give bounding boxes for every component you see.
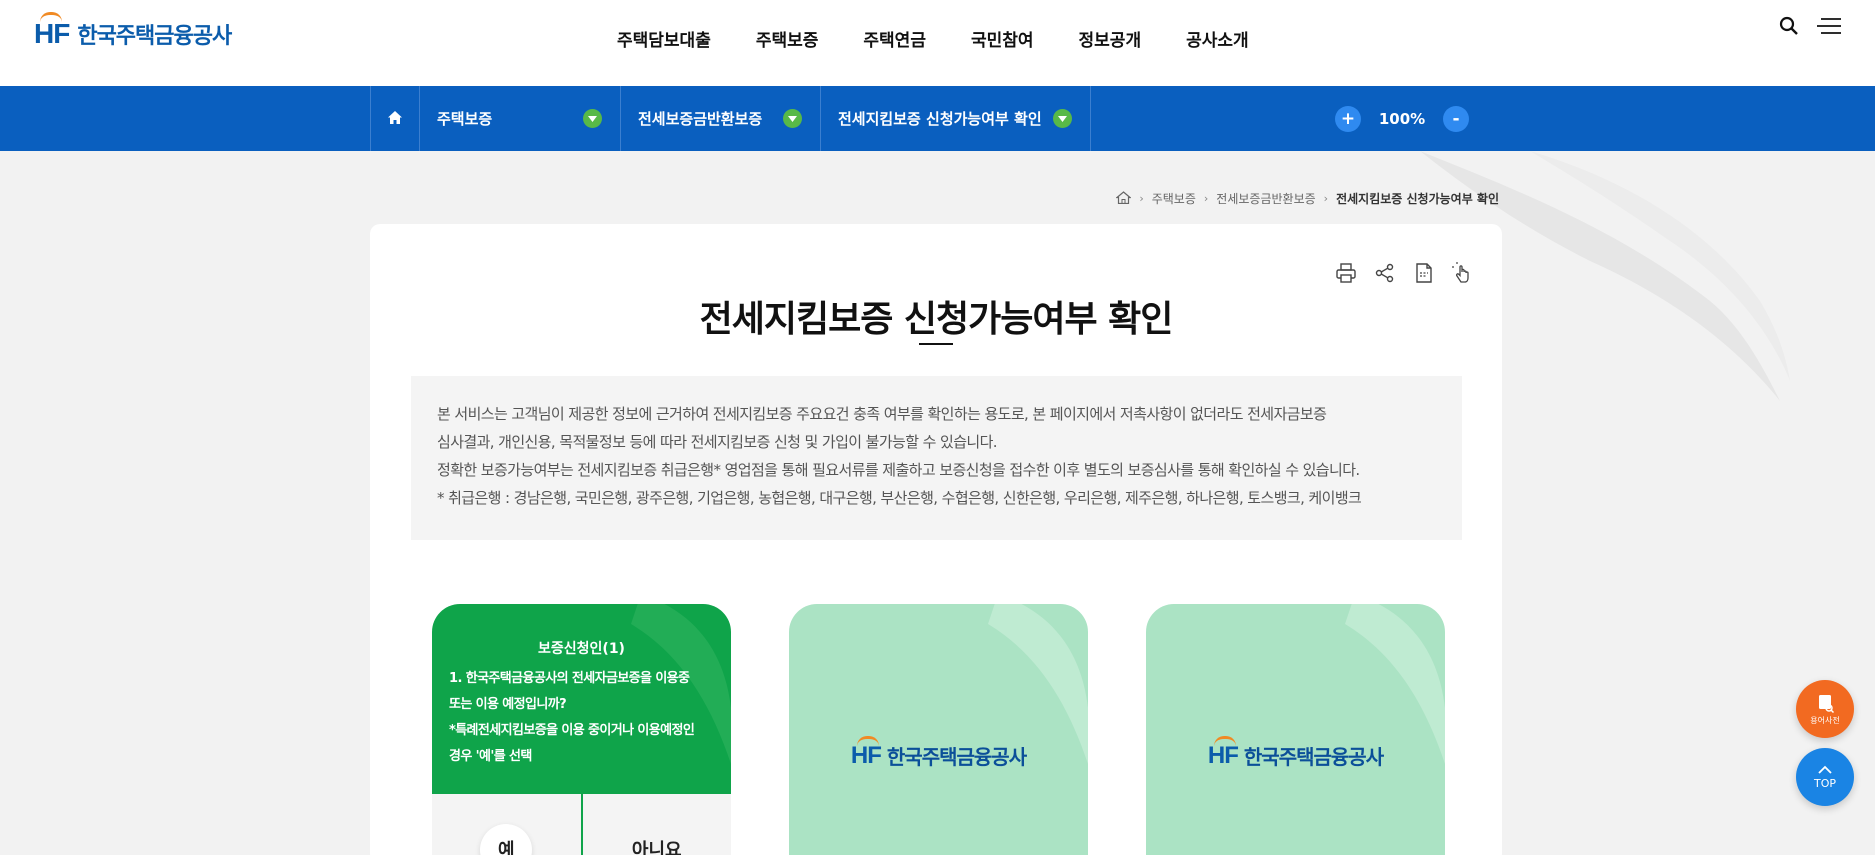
breadcrumb-separator: › [1203,192,1209,205]
notice-line: 심사결과, 개인신용, 목적물정보 등에 따라 전세지킴보증 신청 및 가입이 … [437,433,998,451]
step-question: 1. 한국주택금융공사의 전세자금보증을 이용중 또는 이용 예정입니까? *특… [449,666,719,770]
breadcrumb-item[interactable]: 전세보증금반환보증 [1216,190,1315,207]
page-tools [1335,262,1474,288]
location-depth2-label: 전세보증금반환보증 [638,110,763,128]
step-question-note: *특례전세지킴보증을 이용 중이거나 이용예정인 [449,723,695,738]
step-card-placeholder: HF 한국주택금융공사 [1146,604,1445,855]
breadcrumb-item[interactable]: 주택보증 [1152,190,1196,207]
print-icon[interactable] [1335,262,1357,288]
search-icon[interactable] [1779,16,1799,40]
touch-icon[interactable] [1452,262,1474,288]
dictionary-button[interactable]: 용어사전 [1796,680,1854,738]
logo-text: 한국주택금융공사 [77,24,232,49]
chevron-down-icon [1053,109,1072,128]
scroll-top-label: TOP [1813,777,1836,790]
site-header: HF 한국주택금융공사 주택담보대출 주택보증 주택연금 국민참여 정보공개 공… [0,0,1875,86]
breadcrumb: › 주택보증 › 전세보증금반환보증 › 전세지킴보증 신청가능여부 확인 [1115,190,1499,207]
page-title: 전세지킴보증 신청가능여부 확인 [699,299,1174,340]
breadcrumb-separator: › [1139,192,1144,205]
step-question-note: 경우 '예'를 선택 [449,749,532,764]
step-card-applicant: 보증신청인(1) 1. 한국주택금융공사의 전세자금보증을 이용중 또는 이용 … [432,604,731,855]
answer-no-label: 아니요 [631,840,682,855]
site-logo[interactable]: HF 한국주택금융공사 [34,12,232,50]
chevron-down-icon [583,109,602,128]
step-logo: HF 한국주택금융공사 [789,735,1088,770]
logo-text: 한국주택금융공사 [886,745,1027,769]
zoom-out-button[interactable]: - [1443,106,1469,132]
logo-mark: HF [1208,735,1239,770]
answer-no-button[interactable]: 아니요 [580,794,732,855]
share-icon[interactable] [1374,262,1396,288]
main-nav: 주택담보대출 주택보증 주택연금 국민참여 정보공개 공사소개 [617,26,1294,51]
home-icon[interactable] [1115,190,1132,207]
breadcrumb-current: 전세지킴보증 신청가능여부 확인 [1336,192,1499,206]
title-underline [919,343,953,345]
location-depth2-dropdown[interactable]: 전세보증금반환보증 [621,86,821,151]
notice-line: 본 서비스는 고객님이 제공한 정보에 근거하여 전세지킴보증 주요요건 충족 … [437,405,1327,423]
nav-item-mortgage[interactable]: 주택담보대출 [617,26,711,51]
step-heading: 보증신청인(1) [538,641,625,657]
logo-text: 한국주택금융공사 [1243,745,1384,769]
pdf-icon[interactable] [1413,262,1435,288]
zoom-control: + 100% - [1335,106,1469,132]
nav-item-pension[interactable]: 주택연금 [863,26,926,51]
menu-icon[interactable] [1817,17,1841,39]
location-bar: 주택보증 전세보증금반환보증 전세지킴보증 신청가능여부 확인 + 100% - [0,86,1875,151]
nav-item-participation[interactable]: 국민참여 [971,26,1034,51]
zoom-level: 100% [1378,110,1426,128]
notice-line: * 취급은행 : 경남은행, 국민은행, 광주은행, 기업은행, 농협은행, 대… [437,489,1362,507]
logo-mark: HF [34,12,70,50]
scroll-top-button[interactable]: TOP [1796,748,1854,806]
home-icon [388,109,402,128]
location-depth3-label: 전세지킴보증 신청가능여부 확인 [838,110,1042,128]
chevron-down-icon [783,109,802,128]
step-question-line: 또는 이용 예정입니까? [449,697,567,712]
nav-item-about[interactable]: 공사소개 [1186,26,1249,51]
step-logo: HF 한국주택금융공사 [1146,735,1445,770]
zoom-in-button[interactable]: + [1335,106,1361,132]
notice-line: 정확한 보증가능여부는 전세지킴보증 취급은행* 영업점을 통해 필요서류를 제… [437,461,1360,479]
answer-yes-button[interactable]: 예 [432,794,581,855]
answer-options: 예 아니요 [432,794,731,855]
nav-item-guarantee[interactable]: 주택보증 [756,26,819,51]
content-card: 전세지킴보증 신청가능여부 확인 본 서비스는 고객님이 제공한 정보에 근거하… [370,224,1502,855]
service-notice: 본 서비스는 고객님이 제공한 정보에 근거하여 전세지킴보증 주요요건 충족 … [411,376,1462,540]
logo-mark: HF [851,735,882,770]
answer-yes-label: 예 [497,840,515,855]
location-depth1-label: 주택보증 [437,110,493,128]
home-button[interactable] [370,86,420,151]
location-depth3-dropdown[interactable]: 전세지킴보증 신청가능여부 확인 [821,86,1091,151]
breadcrumb-separator: › [1323,192,1329,205]
location-depth1-dropdown[interactable]: 주택보증 [420,86,621,151]
nav-item-disclosure[interactable]: 정보공개 [1079,26,1142,51]
arrow-up-icon [1818,764,1832,777]
header-actions [1779,16,1841,40]
dictionary-label: 용어사전 [1810,715,1840,725]
step-question-line: 1. 한국주택금융공사의 전세자금보증을 이용중 [449,671,690,686]
dictionary-icon [1815,693,1835,715]
step-card-placeholder: HF 한국주택금융공사 [789,604,1088,855]
